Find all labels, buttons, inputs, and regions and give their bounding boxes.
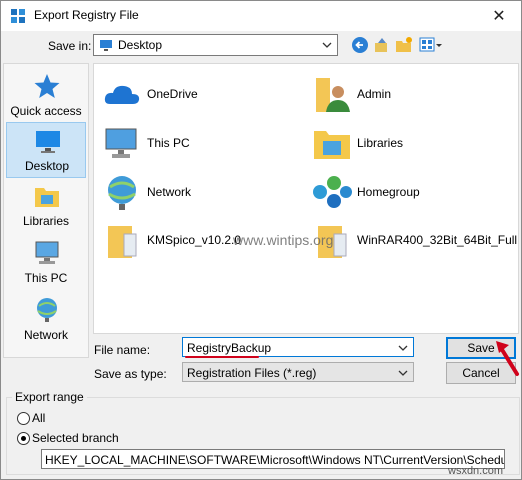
save-as-type-label: Save as type: <box>94 367 167 381</box>
list-item[interactable]: This PC <box>102 119 302 163</box>
radio-all[interactable] <box>17 412 30 425</box>
window-title: Export Registry File <box>34 8 139 22</box>
view-menu-icon[interactable] <box>419 36 443 54</box>
file-list[interactable]: OneDrive Admin This PC Libraries Network <box>93 63 519 334</box>
folder-icon <box>108 226 137 258</box>
back-arrow-icon[interactable] <box>351 36 369 54</box>
libraries-icon <box>314 131 350 159</box>
close-button[interactable]: ✕ <box>477 1 521 30</box>
desktop-icon <box>36 131 60 153</box>
radio-all-label: All <box>32 411 46 425</box>
star-icon <box>34 74 60 98</box>
list-item[interactable]: Network <box>102 168 302 212</box>
pointer-arrow-icon <box>496 341 519 376</box>
branch-path-input[interactable]: HKEY_LOCAL_MACHINE\SOFTWARE\Microsoft\Wi… <box>41 449 505 469</box>
file-label: Homegroup <box>357 185 420 199</box>
radio-selected-branch-label: Selected branch <box>32 431 119 445</box>
computer-icon <box>35 241 59 264</box>
desktop-icon <box>100 40 112 51</box>
place-network[interactable]: Network <box>6 292 86 348</box>
places-bar: Quick access Desktop Libraries This PC N… <box>3 63 89 358</box>
file-name-value: RegistryBackup <box>187 341 272 355</box>
file-label: This PC <box>147 136 190 150</box>
place-label: This PC <box>24 271 68 285</box>
new-folder-icon[interactable] <box>395 36 413 54</box>
file-name-label: File name: <box>94 343 151 357</box>
chevron-down-icon <box>322 42 332 48</box>
save-as-type-select[interactable]: Registration Files (*.reg) <box>182 362 414 382</box>
libraries-icon <box>35 188 59 207</box>
highlight-underline <box>185 356 259 358</box>
file-label: Libraries <box>357 136 404 150</box>
homegroup-icon <box>313 176 352 208</box>
chevron-down-icon <box>398 370 408 376</box>
file-label: KMSpico_v10.2.0 <box>147 233 242 247</box>
file-label: Network <box>147 185 192 199</box>
user-folder-icon <box>316 78 350 112</box>
place-label: Libraries <box>22 214 70 228</box>
chevron-down-icon[interactable] <box>397 341 409 355</box>
file-label: Admin <box>357 87 392 101</box>
title-bar: Export Registry File ✕ <box>1 1 521 31</box>
computer-icon <box>105 128 137 158</box>
radio-selected-branch[interactable] <box>17 432 30 445</box>
place-libraries[interactable]: Libraries <box>6 178 86 234</box>
network-icon <box>108 176 136 210</box>
file-name-input[interactable]: RegistryBackup <box>182 337 414 357</box>
watermark-text: www.wintips.org <box>233 232 334 248</box>
export-range-label: Export range <box>12 390 87 404</box>
list-item[interactable]: WinRAR400_32Bit_64Bit_Full <box>312 216 517 260</box>
place-this-pc[interactable]: This PC <box>6 235 86 291</box>
save-in-value: Desktop <box>118 38 163 52</box>
network-icon <box>37 298 57 322</box>
list-item[interactable]: Libraries <box>312 119 512 163</box>
save-in-dropdown[interactable]: Desktop <box>93 34 338 56</box>
save-as-type-value: Registration Files (*.reg) <box>187 366 317 380</box>
place-desktop[interactable]: Desktop <box>6 122 86 178</box>
branch-path-value: HKEY_LOCAL_MACHINE\SOFTWARE\Microsoft\Wi… <box>45 453 504 467</box>
place-label: Network <box>23 328 68 342</box>
file-label: OneDrive <box>147 87 198 101</box>
close-icon: ✕ <box>492 7 506 25</box>
export-registry-dialog: Export Registry File ✕ Save in: Desktop <box>0 0 522 480</box>
file-label: WinRAR400_32Bit_64Bit_Full <box>357 233 518 247</box>
corner-watermark: wsxdn.com <box>448 465 504 477</box>
place-quick-access[interactable]: Quick access <box>6 68 86 124</box>
list-item[interactable]: OneDrive <box>102 70 302 114</box>
place-label: Quick access <box>10 104 82 118</box>
registry-icon <box>11 9 25 23</box>
place-label: Desktop <box>24 159 70 173</box>
list-item[interactable]: Homegroup <box>312 168 512 212</box>
cloud-icon <box>104 85 140 104</box>
save-in-label: Save in: <box>48 39 92 53</box>
up-folder-icon[interactable] <box>373 36 391 54</box>
list-item[interactable]: Admin <box>312 70 512 114</box>
